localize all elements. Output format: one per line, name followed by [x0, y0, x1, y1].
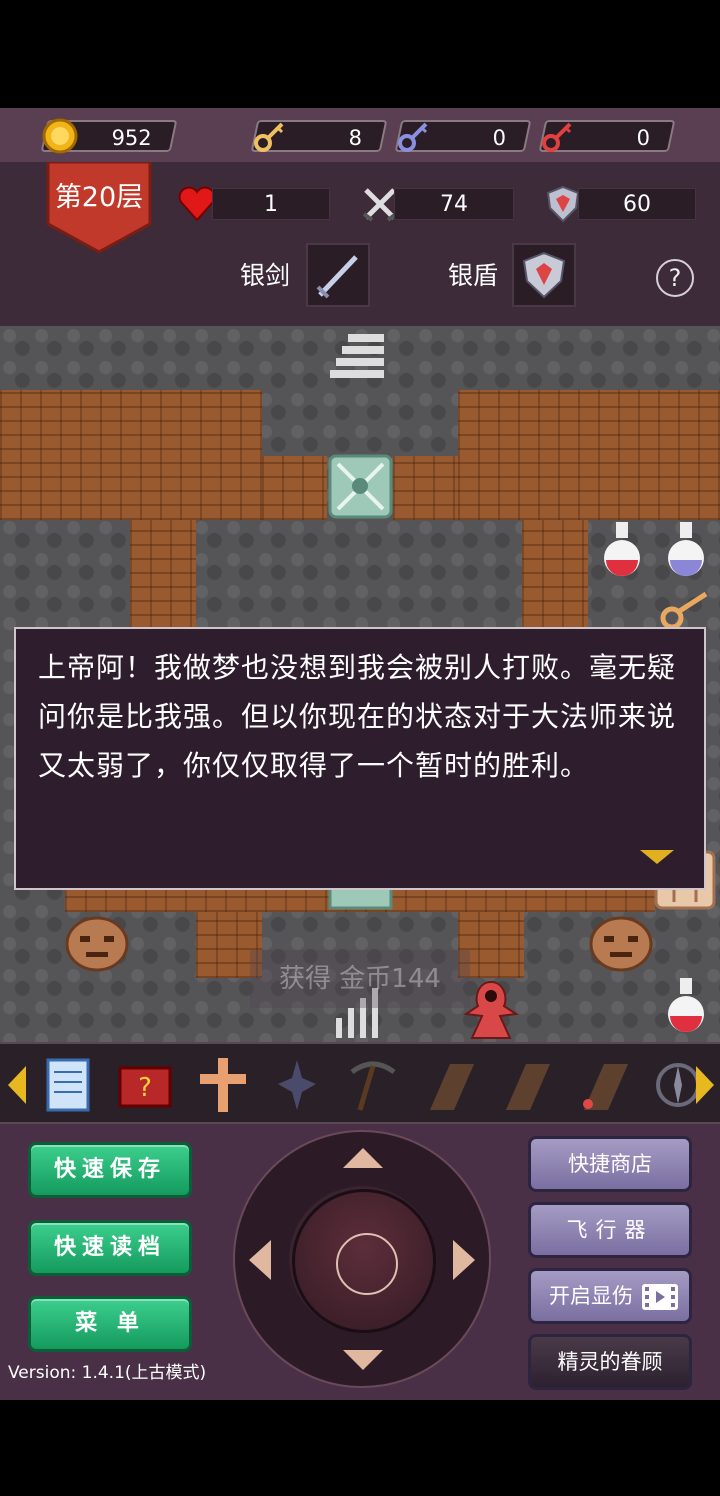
gold-coin-icon — [42, 118, 78, 154]
dpad[interactable] — [233, 1130, 491, 1388]
dirt-wall — [130, 520, 196, 630]
weapon-label: 银剑 — [240, 261, 291, 290]
defense-stat: 60 — [578, 188, 696, 220]
dpad-down-arrow[interactable] — [343, 1350, 383, 1370]
floor-badge: 第20层 — [46, 162, 152, 254]
gold-counter: 952 — [40, 118, 178, 154]
monster-book-icon[interactable]: ? — [114, 1054, 176, 1116]
quick-save-button[interactable]: 快速保存 — [28, 1142, 192, 1198]
defense-value: 60 — [623, 192, 651, 217]
red-key-icon — [542, 122, 572, 152]
bottom-bar — [0, 1400, 720, 1496]
yellow-key-value: 8 — [348, 126, 362, 150]
yellow-key-icon — [254, 122, 284, 152]
dirt-wall — [458, 390, 720, 520]
red-key-counter: 0 — [538, 120, 676, 152]
notebook-icon[interactable] — [38, 1054, 100, 1116]
dirt-wall — [522, 520, 588, 630]
stone-golem-head-icon — [65, 916, 129, 972]
pickaxe-icon[interactable] — [342, 1054, 404, 1116]
dirt-wall — [393, 456, 458, 520]
menu-button[interactable]: 菜 单 — [28, 1296, 192, 1352]
help-button[interactable]: ? — [656, 259, 694, 297]
dialog-text: 上帝阿！我做梦也没想到我会被别人打败。毫无疑问你是比我强。但以你现在的状态对于大… — [38, 651, 677, 782]
scroll-left-icon[interactable] — [6, 1064, 28, 1106]
dpad-center-ring — [336, 1233, 398, 1295]
dpad-knob[interactable] — [292, 1189, 436, 1333]
heart-icon — [178, 186, 216, 222]
red-potion-icon — [604, 522, 640, 576]
dpad-left-arrow[interactable] — [249, 1240, 271, 1280]
show-damage-button[interactable]: 开启显伤 — [528, 1268, 692, 1324]
silver-sword-icon — [316, 255, 358, 299]
quick-shop-button[interactable]: 快捷商店 — [528, 1136, 692, 1192]
hp-stat: 1 — [212, 188, 330, 220]
red-potion-icon — [668, 978, 704, 1032]
armor-slot[interactable] — [512, 243, 576, 307]
svg-text:?: ? — [138, 1073, 152, 1103]
yellow-key-counter: 8 — [250, 120, 388, 152]
blue-key-counter: 0 — [394, 120, 532, 152]
dpad-up-arrow[interactable] — [343, 1148, 383, 1168]
armor-label: 银盾 — [448, 261, 499, 290]
scroll-right-icon[interactable] — [694, 1064, 716, 1106]
film-icon — [642, 1284, 678, 1310]
dark-amulet-icon[interactable] — [266, 1054, 328, 1116]
red-key-value: 0 — [636, 126, 650, 150]
floor-label: 第20层 — [55, 182, 143, 213]
yellow-key-item-icon — [660, 591, 708, 630]
blue-key-icon — [398, 122, 428, 152]
blue-key-value: 0 — [492, 126, 506, 150]
quick-load-button[interactable]: 快速读档 — [28, 1220, 192, 1276]
flying-wand-up-icon[interactable] — [420, 1054, 482, 1116]
item-bar: ? — [0, 1042, 720, 1124]
flying-wand-icon[interactable] — [574, 1054, 636, 1116]
silver-shield-icon — [522, 251, 566, 299]
stairs-up-icon — [330, 334, 384, 378]
show-damage-label: 开启显伤 — [549, 1284, 633, 1308]
version-label: Version: 1.4.1(上古模式) — [8, 1363, 207, 1383]
flying-wand-down-icon[interactable] — [496, 1054, 558, 1116]
shield-icon — [546, 185, 580, 223]
dialog-next-icon[interactable] — [640, 850, 674, 864]
gold-value: 952 — [111, 126, 152, 150]
compass-icon[interactable] — [648, 1054, 696, 1116]
attack-stat: 74 — [394, 188, 514, 220]
hp-value: 1 — [264, 192, 278, 217]
dialog-box[interactable]: 上帝阿！我做梦也没想到我会被别人打败。毫无疑问你是比我强。但以你现在的状态对于大… — [14, 627, 706, 890]
fairy-favor-button[interactable]: 精灵的眷顾 — [528, 1334, 692, 1390]
weapon-slot[interactable] — [306, 243, 370, 307]
blue-potion-icon — [668, 522, 704, 576]
gold-gain-toast: 获得 金币144 — [250, 950, 470, 1008]
attack-value: 74 — [440, 192, 468, 217]
dirt-wall — [262, 456, 327, 520]
magic-door-icon — [328, 454, 393, 519]
stone-golem-head-icon — [589, 916, 653, 972]
dirt-wall — [0, 390, 262, 520]
resource-bar: 952 8 0 0 — [0, 108, 720, 162]
holy-cross-icon[interactable] — [192, 1054, 254, 1116]
dpad-right-arrow[interactable] — [453, 1240, 475, 1280]
flyer-button[interactable]: 飞行器 — [528, 1202, 692, 1258]
